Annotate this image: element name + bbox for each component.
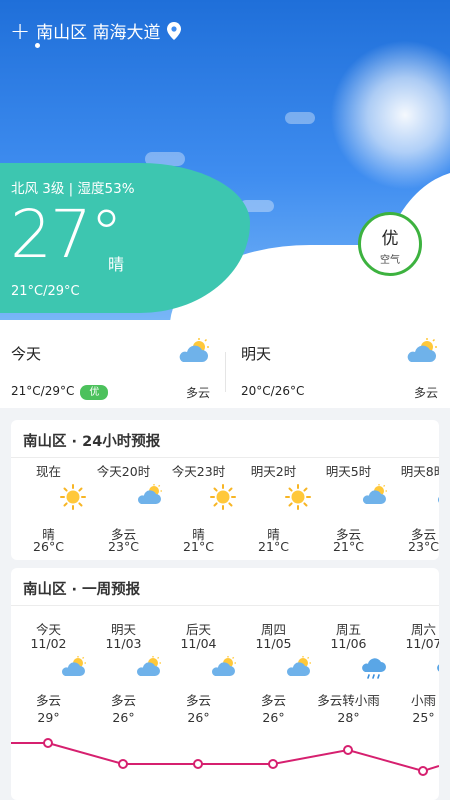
plus-icon[interactable]: +	[10, 19, 30, 43]
location-name[interactable]: 南山区 南海大道	[36, 18, 160, 43]
day-condition: 多云	[185, 386, 210, 400]
hour-temp: 21°C	[183, 539, 214, 554]
current-condition: 晴	[108, 255, 125, 274]
hourly-item: 今天20时 多云 23°C	[86, 420, 162, 560]
hour-label: 今天23时	[171, 464, 226, 479]
day-condition: 多云	[413, 386, 438, 400]
day-name: 明天	[241, 345, 272, 363]
hour-temp: 21°C	[258, 539, 289, 554]
sun-glow	[330, 40, 450, 190]
today-summary[interactable]: 今天 21°C/29°C 优 多云	[0, 320, 225, 408]
air-quality-label: 空气	[380, 255, 400, 266]
hourly-item: 明天5时 多云 21°C	[311, 420, 387, 560]
today-range: 21°C/29°C	[11, 284, 80, 299]
trend-line	[11, 742, 439, 773]
hour-temp: 23°C	[408, 539, 439, 554]
tomorrow-summary[interactable]: 明天 20°C/26°C 多云	[225, 320, 450, 408]
trend-point	[418, 766, 428, 776]
today-tomorrow-summary: 今天 21°C/29°C 优 多云 明天 20°C/26°C 多云	[0, 320, 450, 408]
location-bar[interactable]: + 南山区 南海大道	[10, 18, 181, 43]
hour-temp: 26°C	[33, 539, 64, 554]
hour-temp: 21°C	[333, 539, 364, 554]
day-name: 今天	[11, 345, 42, 363]
current-temperature: 27°	[10, 196, 123, 273]
hour-label: 今天20时	[96, 464, 151, 479]
background-cloud	[285, 112, 315, 124]
trend-point	[268, 759, 278, 769]
day-range: 20°C/26°C	[241, 384, 305, 398]
hour-label: 现在	[35, 464, 61, 479]
hourly-item: 明天2时晴 21°C	[236, 420, 311, 560]
air-quality-badge[interactable]: 优 空气	[358, 212, 422, 276]
trend-point	[193, 759, 203, 769]
hourly-forecast-card[interactable]: 南山区 · 24小时预报 现在晴 26°C 今天20时 多云 23°C 今天23时晴 21°…	[11, 420, 439, 560]
air-quality-value: 优	[381, 229, 399, 249]
day-range: 21°C/29°C	[11, 384, 75, 398]
wind-humidity: 北风 3级 | 湿度53%	[11, 181, 135, 197]
trend-point	[43, 738, 53, 748]
hour-label: 明天8时	[400, 464, 439, 479]
hourly-item: 现在晴 26°C	[11, 420, 86, 560]
partly-cloudy-icon	[176, 338, 210, 368]
hour-label: 明天2时	[250, 464, 297, 479]
weekly-forecast-card[interactable]: 南山区 · 一周预报 今天 11/02 多云 29° 明天 11/03 多云 26° 后天 11/…	[11, 568, 439, 800]
location-pin-icon[interactable]	[166, 21, 181, 40]
hour-temp: 23°C	[108, 539, 139, 554]
trend-point	[343, 745, 353, 755]
current-weather-panel: 北风 3级 | 湿度53% 27° 晴 21°C/29°C	[0, 163, 250, 313]
trend-point	[118, 759, 128, 769]
page-indicator-dot	[35, 43, 40, 48]
temperature-trend-chart	[11, 738, 439, 776]
day-range-row: 21°C/29°C 优	[11, 384, 109, 400]
hour-label: 明天5时	[325, 464, 372, 479]
air-badge: 优	[80, 385, 109, 400]
hourly-item: 今天23时晴 21°C	[161, 420, 236, 560]
hourly-item: 明天8时多云23°C	[386, 420, 439, 560]
partly-cloudy-icon	[404, 338, 438, 368]
